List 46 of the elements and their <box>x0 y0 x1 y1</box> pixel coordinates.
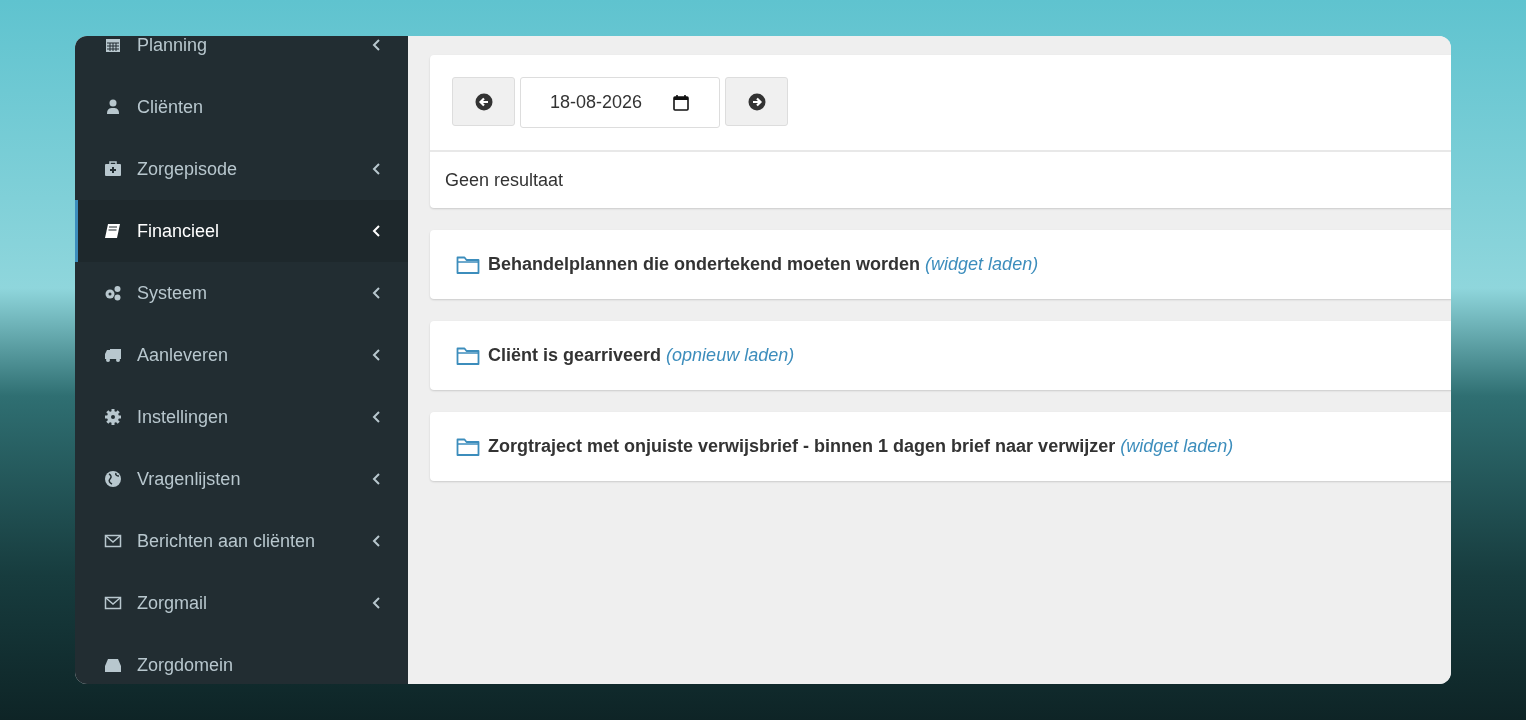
sidebar-item[interactable]: Financieel <box>75 200 408 262</box>
sidebar-item[interactable]: Zorgmail <box>75 572 408 634</box>
sidebar-item[interactable]: Systeem <box>75 262 408 324</box>
sidebar-label: Zorgepisode <box>137 158 239 180</box>
next-button[interactable] <box>725 77 788 126</box>
widget-title: Behandelplannen die ondertekend moeten worden (widget laden) <box>488 254 1039 275</box>
envelope-icon <box>104 594 122 612</box>
sidebar-item[interactable]: Aanleveren <box>75 324 408 386</box>
sidebar-label: Vragenlijsten <box>137 468 242 490</box>
sidebar-item[interactable]: Planning <box>75 36 408 76</box>
arrow-left-icon <box>474 92 493 111</box>
sidebar-item[interactable]: Cliënten <box>75 76 408 138</box>
date-field[interactable]: 18-08-2026 <box>520 77 720 128</box>
sidebar-label: Zorgmail <box>137 592 208 614</box>
book-icon <box>104 222 122 240</box>
sidebar-label: Zorgdomein <box>137 654 235 676</box>
arrow-right-icon <box>747 92 766 111</box>
previous-button[interactable] <box>452 77 515 126</box>
sidebar-label: Berichten aan cliënten <box>137 530 317 552</box>
widget-link[interactable]: (widget laden) <box>1120 436 1234 456</box>
gear-icon <box>104 408 122 426</box>
envelope-icon <box>104 532 122 550</box>
folder-icon <box>456 345 480 366</box>
folder-icon <box>456 436 480 457</box>
sidebar-item[interactable]: Instellingen <box>75 386 408 448</box>
widget-title: Zorgtraject met onjuiste verwijsbrief - binnen 1 dagen brief naar verwijzer (widget laden) <box>488 436 1234 457</box>
calendar-icon[interactable] <box>672 93 691 112</box>
globe-icon <box>104 470 122 488</box>
sidebar-label: Aanleveren <box>137 344 230 366</box>
sidebar-item[interactable]: Vragenlijsten <box>75 448 408 510</box>
sidebar-item[interactable]: Zorgepisode <box>75 138 408 200</box>
sidebar-label: Systeem <box>137 282 209 304</box>
sidebar-label: Instellingen <box>137 406 230 428</box>
sidebar-item[interactable]: Zorgdomein <box>75 634 408 684</box>
sidebar-label: Cliënten <box>137 96 205 118</box>
widget-title: Cliënt is gearriveerd (opnieuw laden) <box>488 345 795 366</box>
sidebar-label: Planning <box>137 36 209 56</box>
widget-link[interactable]: (widget laden) <box>925 254 1039 274</box>
sidebar-item[interactable]: Berichten aan cliënten <box>75 510 408 572</box>
user-icon <box>104 98 122 116</box>
medkit-icon <box>104 160 122 178</box>
truck-icon <box>104 346 122 364</box>
folder-icon <box>456 254 480 275</box>
sidebar-label: Financieel <box>137 220 221 242</box>
widget-link[interactable]: (opnieuw laden) <box>666 345 795 365</box>
result-text: Geen resultaat <box>444 169 565 192</box>
